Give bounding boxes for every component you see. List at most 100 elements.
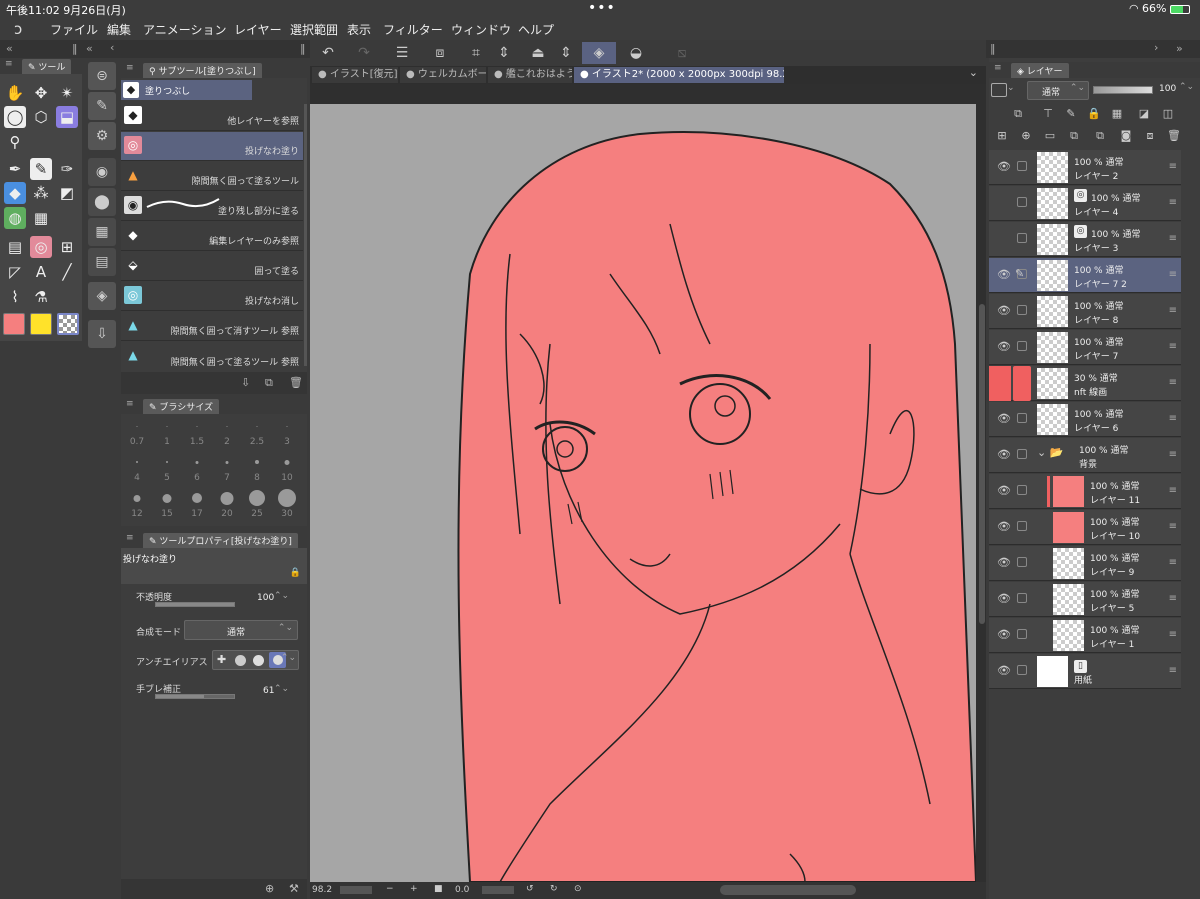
- menu-file[interactable]: ファイル: [50, 21, 98, 38]
- app-logo-icon[interactable]: ↄ: [14, 20, 22, 38]
- drag-handle-icon[interactable]: ≡: [1169, 377, 1177, 388]
- reset-icon[interactable]: ⊕: [265, 882, 274, 895]
- drag-handle-icon[interactable]: ≡: [1169, 341, 1177, 352]
- doc-tab-active[interactable]: ● イラスト2* (2000 x 2000px 300dpi 98.2%): [574, 67, 784, 83]
- zoom-in-icon[interactable]: +: [410, 884, 418, 894]
- collapse-left-icon[interactable]: «: [6, 42, 13, 55]
- line-icon[interactable]: ╱: [56, 261, 78, 283]
- download-icon[interactable]: ⇩: [241, 376, 250, 389]
- disabled-icon[interactable]: ⧅: [670, 42, 694, 64]
- brush-size-preset[interactable]: 8: [242, 450, 272, 486]
- transfer-down-icon[interactable]: ⧉: [1067, 129, 1081, 143]
- aa-weak-icon[interactable]: [235, 655, 246, 666]
- eye-icon[interactable]: 👁: [997, 160, 1011, 173]
- layer-check-box[interactable]: [1017, 413, 1027, 423]
- subtool-item[interactable]: ◎ 投げなわ消し: [121, 282, 303, 311]
- eye-icon[interactable]: 👁: [997, 520, 1011, 533]
- opacity-value[interactable]: 100: [257, 593, 274, 603]
- eye-icon[interactable]: 👁: [997, 556, 1011, 569]
- lasso-select-icon[interactable]: ◯: [4, 106, 26, 128]
- layer-row[interactable]: 👁 100 % 通常 レイヤー 1 ≡: [989, 618, 1181, 653]
- eye-icon[interactable]: 👁: [997, 448, 1011, 461]
- reference-icon[interactable]: ⊤: [1041, 107, 1055, 121]
- layer-opacity-slider[interactable]: [1093, 86, 1153, 94]
- layer-scrollbar[interactable]: [1185, 150, 1193, 690]
- drag-handle-icon[interactable]: ≡: [1169, 197, 1177, 208]
- layer-row[interactable]: 👁 100 % 通常 レイヤー 9 ≡: [989, 546, 1181, 581]
- layer-row[interactable]: 👁 100 % 通常 レイヤー 2 ≡: [989, 150, 1181, 185]
- menu-edit[interactable]: 編集: [107, 21, 131, 38]
- subtool-item[interactable]: ◎ 投げなわ塗り: [121, 132, 303, 161]
- reset-rotation-icon[interactable]: ⊙: [574, 884, 582, 894]
- apply-mask-icon[interactable]: ⧈: [1143, 129, 1157, 143]
- aa-medium-icon[interactable]: [253, 655, 264, 666]
- lock-transparent-icon[interactable]: ▦: [1110, 107, 1124, 121]
- zoom-value[interactable]: 98.2: [312, 885, 332, 895]
- text-icon[interactable]: A: [30, 261, 52, 283]
- brush-size-preset[interactable]: 5: [152, 450, 182, 486]
- tab-subtool[interactable]: ⚲ サブツール[塗りつぶし]: [143, 63, 262, 78]
- material-icon[interactable]: ◈: [88, 282, 116, 310]
- eye-icon[interactable]: 👁: [997, 268, 1011, 281]
- blend-icon[interactable]: ◩: [56, 182, 78, 204]
- layers-toggle-icon[interactable]: ◈: [582, 42, 616, 64]
- lock-icon[interactable]: 🔒: [290, 568, 301, 578]
- drag-handle-icon[interactable]: ≡: [1169, 521, 1177, 532]
- download-panel-icon[interactable]: ⇩: [88, 320, 116, 348]
- fit-icon[interactable]: ■: [434, 884, 443, 894]
- menu-layer[interactable]: レイヤー: [234, 21, 282, 38]
- stabilization-slider[interactable]: [155, 694, 235, 699]
- menu-view[interactable]: 表示: [347, 21, 371, 38]
- frame-icon[interactable]: ⊞: [56, 236, 78, 258]
- layer-row[interactable]: 👁 100 % 通常 レイヤー 5 ≡: [989, 582, 1181, 617]
- stepper-icon[interactable]: ⌃⌄: [1179, 82, 1194, 92]
- brush-size-preset[interactable]: 0.7: [122, 414, 152, 450]
- subtool-item[interactable]: ◉ 塗り残し部分に塗る: [121, 192, 303, 221]
- subtool-item[interactable]: ▲ 隙間無く囲って塗るツール 参照: [121, 342, 303, 371]
- layer-row[interactable]: 👁 100 % 通常 レイヤー 11 ≡: [989, 474, 1181, 509]
- chevron-updown-icon[interactable]: ⇕: [492, 42, 516, 64]
- new-folder-icon[interactable]: ▭: [1043, 129, 1057, 143]
- canvas-hscroll[interactable]: [720, 885, 856, 895]
- layer-row[interactable]: 👁 100 % 通常 レイヤー 8 ≡: [989, 294, 1181, 329]
- create-mask-icon[interactable]: ◙: [1119, 129, 1133, 143]
- layer-row[interactable]: 30 % 通常 nft 線画 ≡: [989, 366, 1181, 401]
- chevron-down-icon[interactable]: ⌄: [1007, 83, 1015, 93]
- menu-animation[interactable]: アニメーション: [143, 21, 227, 38]
- wrench-icon[interactable]: ⚒: [289, 882, 299, 895]
- zoom-icon[interactable]: ⚲: [4, 131, 26, 153]
- menu-window[interactable]: ウィンドウ: [451, 21, 511, 38]
- subtool-item[interactable]: ▲ 隙間無く囲って塗るツール: [121, 162, 303, 191]
- layer-check-box[interactable]: [1017, 665, 1027, 675]
- pen-icon[interactable]: ✒: [4, 158, 26, 180]
- layer-check-box[interactable]: [1017, 341, 1027, 351]
- zoom-out-icon[interactable]: −: [386, 884, 394, 894]
- layer-row[interactable]: 👁 ✎ 100 % 通常 レイヤー 7 2 ≡: [989, 258, 1181, 293]
- layer-row[interactable]: 👁 ▯ 用紙 ≡: [989, 654, 1181, 689]
- folder-icon[interactable]: ⌄ 📂: [1037, 446, 1063, 459]
- ruler-icon[interactable]: ◸: [4, 261, 26, 283]
- brush-size-preset[interactable]: 12: [122, 486, 152, 522]
- eye-icon[interactable]: 👁: [997, 304, 1011, 317]
- clip-icon[interactable]: ⧉: [1011, 107, 1025, 121]
- chevron-left-icon[interactable]: ‹: [110, 41, 114, 54]
- menu-filter[interactable]: フィルター: [383, 21, 443, 38]
- layer-check-box[interactable]: [1017, 485, 1027, 495]
- drag-handle-icon[interactable]: ≡: [1169, 413, 1177, 424]
- gradient-icon[interactable]: ▤: [4, 236, 26, 258]
- drag-handle-icon[interactable]: ≡: [1169, 305, 1177, 316]
- eye-icon[interactable]: 👁: [997, 628, 1011, 641]
- main-color-swatch[interactable]: [3, 313, 25, 335]
- doc-tab[interactable]: ● 艦これおはよう: [488, 67, 572, 83]
- rotate-left-icon[interactable]: ↺: [526, 884, 534, 894]
- chevron-updown-icon[interactable]: ⇕: [554, 42, 578, 64]
- panel-menu-icon[interactable]: ≡: [5, 59, 13, 69]
- stepper-icon[interactable]: ⌃⌄: [274, 684, 289, 694]
- canvas[interactable]: [310, 104, 978, 883]
- transparent-color-swatch[interactable]: [57, 313, 79, 335]
- layer-row[interactable]: 👁 100 % 通常 レイヤー 7 ≡: [989, 330, 1181, 365]
- tab-tool[interactable]: ✎ ツール: [22, 59, 72, 74]
- more-dots-icon[interactable]: •••: [588, 0, 616, 16]
- layer-check-box[interactable]: [1017, 161, 1027, 171]
- tab-tool-property[interactable]: ✎ ツールプロパティ[投げなわ塗り]: [143, 533, 298, 548]
